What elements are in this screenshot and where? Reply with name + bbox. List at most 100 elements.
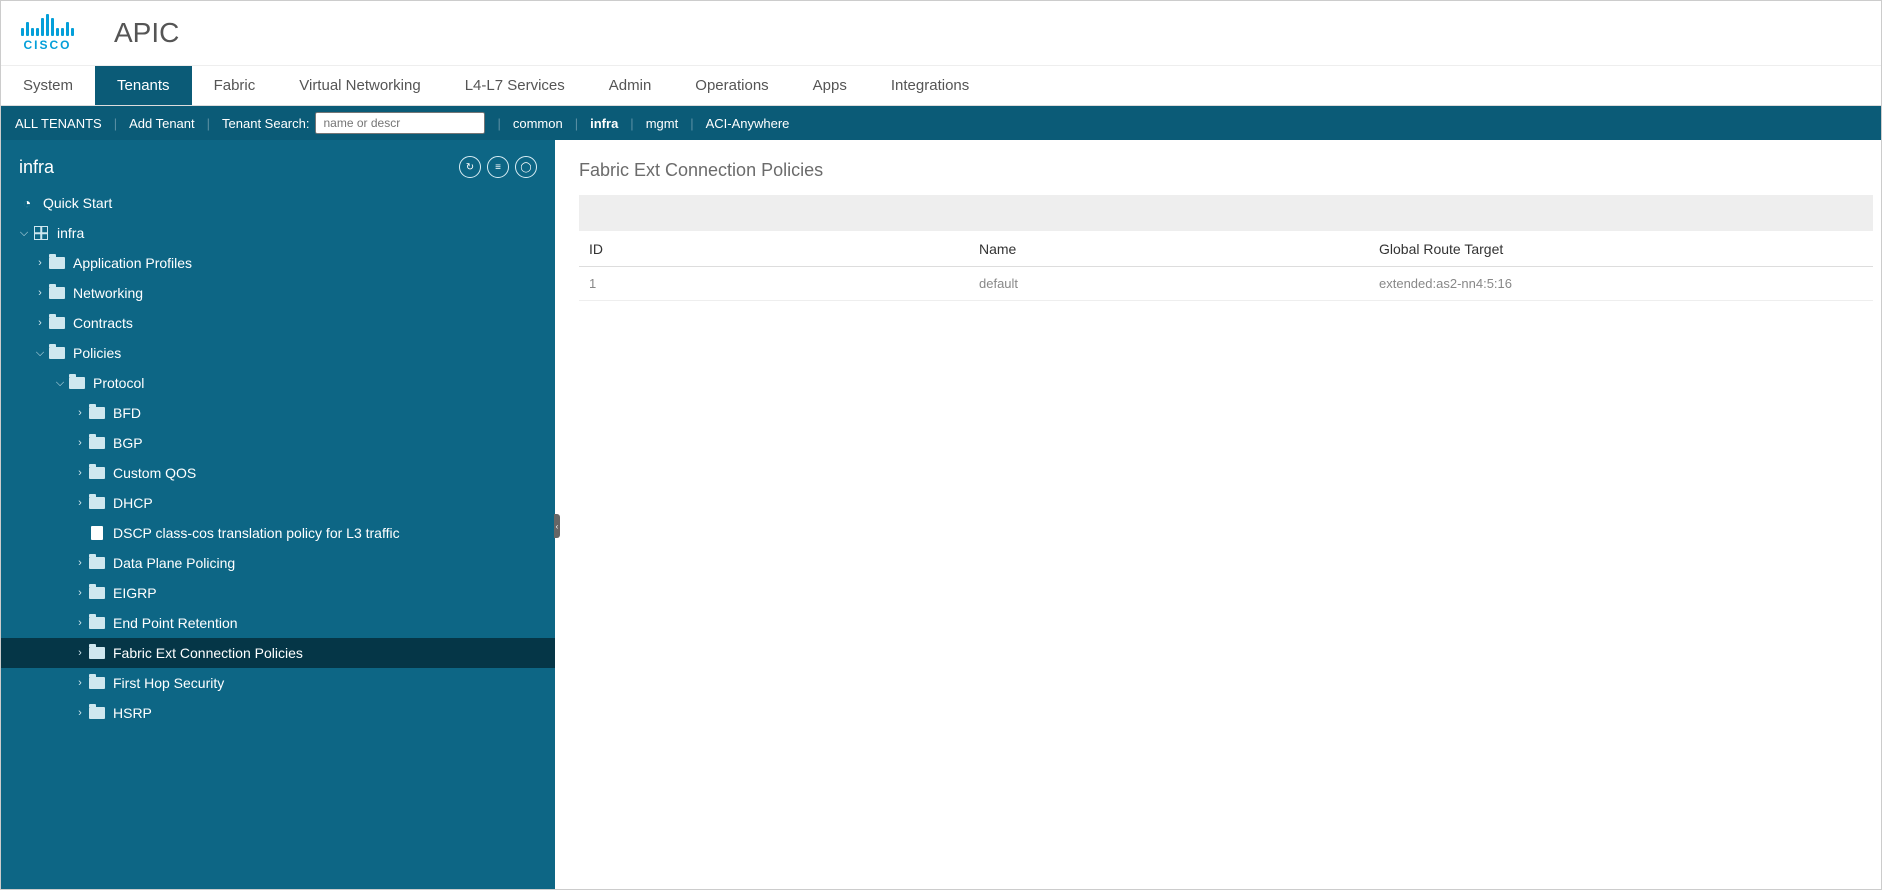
- chevron-right-icon: [75, 557, 85, 569]
- add-tenant-link[interactable]: Add Tenant: [129, 116, 195, 131]
- cisco-bars-icon: [21, 14, 74, 36]
- app-title: APIC: [114, 17, 179, 49]
- tree-item-eigrp[interactable]: EIGRP: [1, 578, 555, 608]
- nav-tab-apps[interactable]: Apps: [791, 66, 869, 105]
- folder-icon: [89, 646, 105, 660]
- tree-item-dscp-class-cos-translation-policy-for-l3-traffic[interactable]: DSCP class-cos translation policy for L3…: [1, 518, 555, 548]
- tree-item-application-profiles[interactable]: Application Profiles: [1, 248, 555, 278]
- main-nav: SystemTenantsFabricVirtual NetworkingL4-…: [1, 66, 1881, 106]
- cell-name: default: [979, 276, 1379, 291]
- tenant-search-input[interactable]: [315, 112, 485, 134]
- folder-icon: [49, 286, 65, 300]
- folder-icon: [89, 586, 105, 600]
- chevron-right-icon: [35, 317, 45, 329]
- col-header-name[interactable]: Name: [979, 241, 1379, 257]
- tenant-link-aci-anywhere[interactable]: ACI-Anywhere: [706, 116, 790, 131]
- tree-item-label: Application Profiles: [73, 255, 192, 271]
- tree-item-protocol[interactable]: Protocol: [1, 368, 555, 398]
- col-header-id[interactable]: ID: [579, 241, 979, 257]
- policy-table: ID Name Global Route Target 1defaultexte…: [579, 195, 1873, 301]
- tenant-sub-nav: ALL TENANTS | Add Tenant | Tenant Search…: [1, 106, 1881, 140]
- divider: |: [114, 116, 117, 131]
- quick-start-label: Quick Start: [43, 195, 112, 211]
- cell-grt: extended:as2-nn4:5:16: [1379, 276, 1873, 291]
- chevron-right-icon: [75, 467, 85, 479]
- tree-item-label: HSRP: [113, 705, 152, 721]
- tree-item-custom-qos[interactable]: Custom QOS: [1, 458, 555, 488]
- chevron-down-icon: [35, 347, 45, 360]
- document-icon: [89, 526, 105, 540]
- tree-item-contracts[interactable]: Contracts: [1, 308, 555, 338]
- col-header-grt[interactable]: Global Route Target: [1379, 241, 1873, 257]
- sidebar-action-3-icon[interactable]: ◯: [515, 156, 537, 178]
- table-header-row: ID Name Global Route Target: [579, 231, 1873, 267]
- nav-tab-operations[interactable]: Operations: [673, 66, 790, 105]
- tree-item-label: First Hop Security: [113, 675, 224, 691]
- nav-tab-fabric[interactable]: Fabric: [192, 66, 278, 105]
- sidebar-header: infra ↻ ≡ ◯: [1, 140, 555, 188]
- chevron-right-icon: [75, 437, 85, 449]
- tree-item-policies[interactable]: Policies: [1, 338, 555, 368]
- tree-item-label: Contracts: [73, 315, 133, 331]
- chevron-right-icon: [35, 287, 45, 299]
- tree-item-infra[interactable]: infra: [1, 218, 555, 248]
- sidebar-action-1-icon[interactable]: ↻: [459, 156, 481, 178]
- chevron-right-icon: [75, 587, 85, 599]
- table-row[interactable]: 1defaultextended:as2-nn4:5:16: [579, 267, 1873, 301]
- tree-item-label: End Point Retention: [113, 615, 238, 631]
- folder-icon: [89, 556, 105, 570]
- folder-icon: [49, 346, 65, 360]
- folder-icon: [89, 466, 105, 480]
- nav-tab-virtual-networking[interactable]: Virtual Networking: [277, 66, 442, 105]
- cell-id: 1: [579, 276, 979, 291]
- nav-tree-items: infra Application Profiles Networking Contr…: [1, 218, 555, 748]
- sidebar: infra ↻ ≡ ◯ ◔ Quick Start infra Applicati…: [1, 140, 555, 889]
- sidebar-action-2-icon[interactable]: ≡: [487, 156, 509, 178]
- quick-start-item[interactable]: ◔ Quick Start: [1, 188, 555, 218]
- chevron-right-icon: [75, 497, 85, 509]
- nav-tab-l4-l7-services[interactable]: L4-L7 Services: [443, 66, 587, 105]
- tree-item-label: BFD: [113, 405, 141, 421]
- tree-item-end-point-retention[interactable]: End Point Retention: [1, 608, 555, 638]
- nav-tab-system[interactable]: System: [1, 66, 95, 105]
- folder-icon: [89, 676, 105, 690]
- tenant-search-label: Tenant Search:: [222, 116, 309, 131]
- chevron-right-icon: [75, 707, 85, 719]
- tree-item-bgp[interactable]: BGP: [1, 428, 555, 458]
- brand-text: CISCO: [23, 38, 71, 52]
- app-header: CISCO APIC: [1, 1, 1881, 66]
- cisco-logo: CISCO: [21, 14, 74, 52]
- nav-tab-integrations[interactable]: Integrations: [869, 66, 991, 105]
- tree-item-label: DHCP: [113, 495, 153, 511]
- tree-item-hsrp[interactable]: HSRP: [1, 698, 555, 728]
- all-tenants-link[interactable]: ALL TENANTS: [15, 116, 102, 131]
- quick-start-icon: ◔: [19, 196, 35, 210]
- folder-icon: [89, 406, 105, 420]
- tree-item-dhcp[interactable]: DHCP: [1, 488, 555, 518]
- tree-item-label: Data Plane Policing: [113, 555, 235, 571]
- tree-item-networking[interactable]: Networking: [1, 278, 555, 308]
- nav-tab-admin[interactable]: Admin: [587, 66, 674, 105]
- tree-item-data-plane-policing[interactable]: Data Plane Policing: [1, 548, 555, 578]
- tree-item-label: Policies: [73, 345, 121, 361]
- grid-icon: [33, 226, 49, 240]
- tenant-link-infra[interactable]: infra: [590, 116, 618, 131]
- tenant-link-common[interactable]: common: [513, 116, 563, 131]
- tenant-link-mgmt[interactable]: mgmt: [646, 116, 679, 131]
- chevron-down-icon: [19, 227, 29, 240]
- chevron-right-icon: [75, 617, 85, 629]
- folder-icon: [89, 616, 105, 630]
- tree-item-label: Protocol: [93, 375, 144, 391]
- main-panel: ‹ Fabric Ext Connection Policies ID Name…: [555, 140, 1881, 889]
- table-toolbar: [579, 195, 1873, 231]
- sidebar-collapse-handle[interactable]: ‹: [554, 514, 560, 538]
- divider: |: [207, 116, 210, 131]
- tree-item-fabric-ext-connection-policies[interactable]: Fabric Ext Connection Policies: [1, 638, 555, 668]
- chevron-right-icon: [75, 677, 85, 689]
- chevron-down-icon: [55, 377, 65, 390]
- nav-tab-tenants[interactable]: Tenants: [95, 66, 192, 105]
- tree-item-first-hop-security[interactable]: First Hop Security: [1, 668, 555, 698]
- folder-icon: [89, 496, 105, 510]
- chevron-right-icon: [75, 647, 85, 659]
- tree-item-bfd[interactable]: BFD: [1, 398, 555, 428]
